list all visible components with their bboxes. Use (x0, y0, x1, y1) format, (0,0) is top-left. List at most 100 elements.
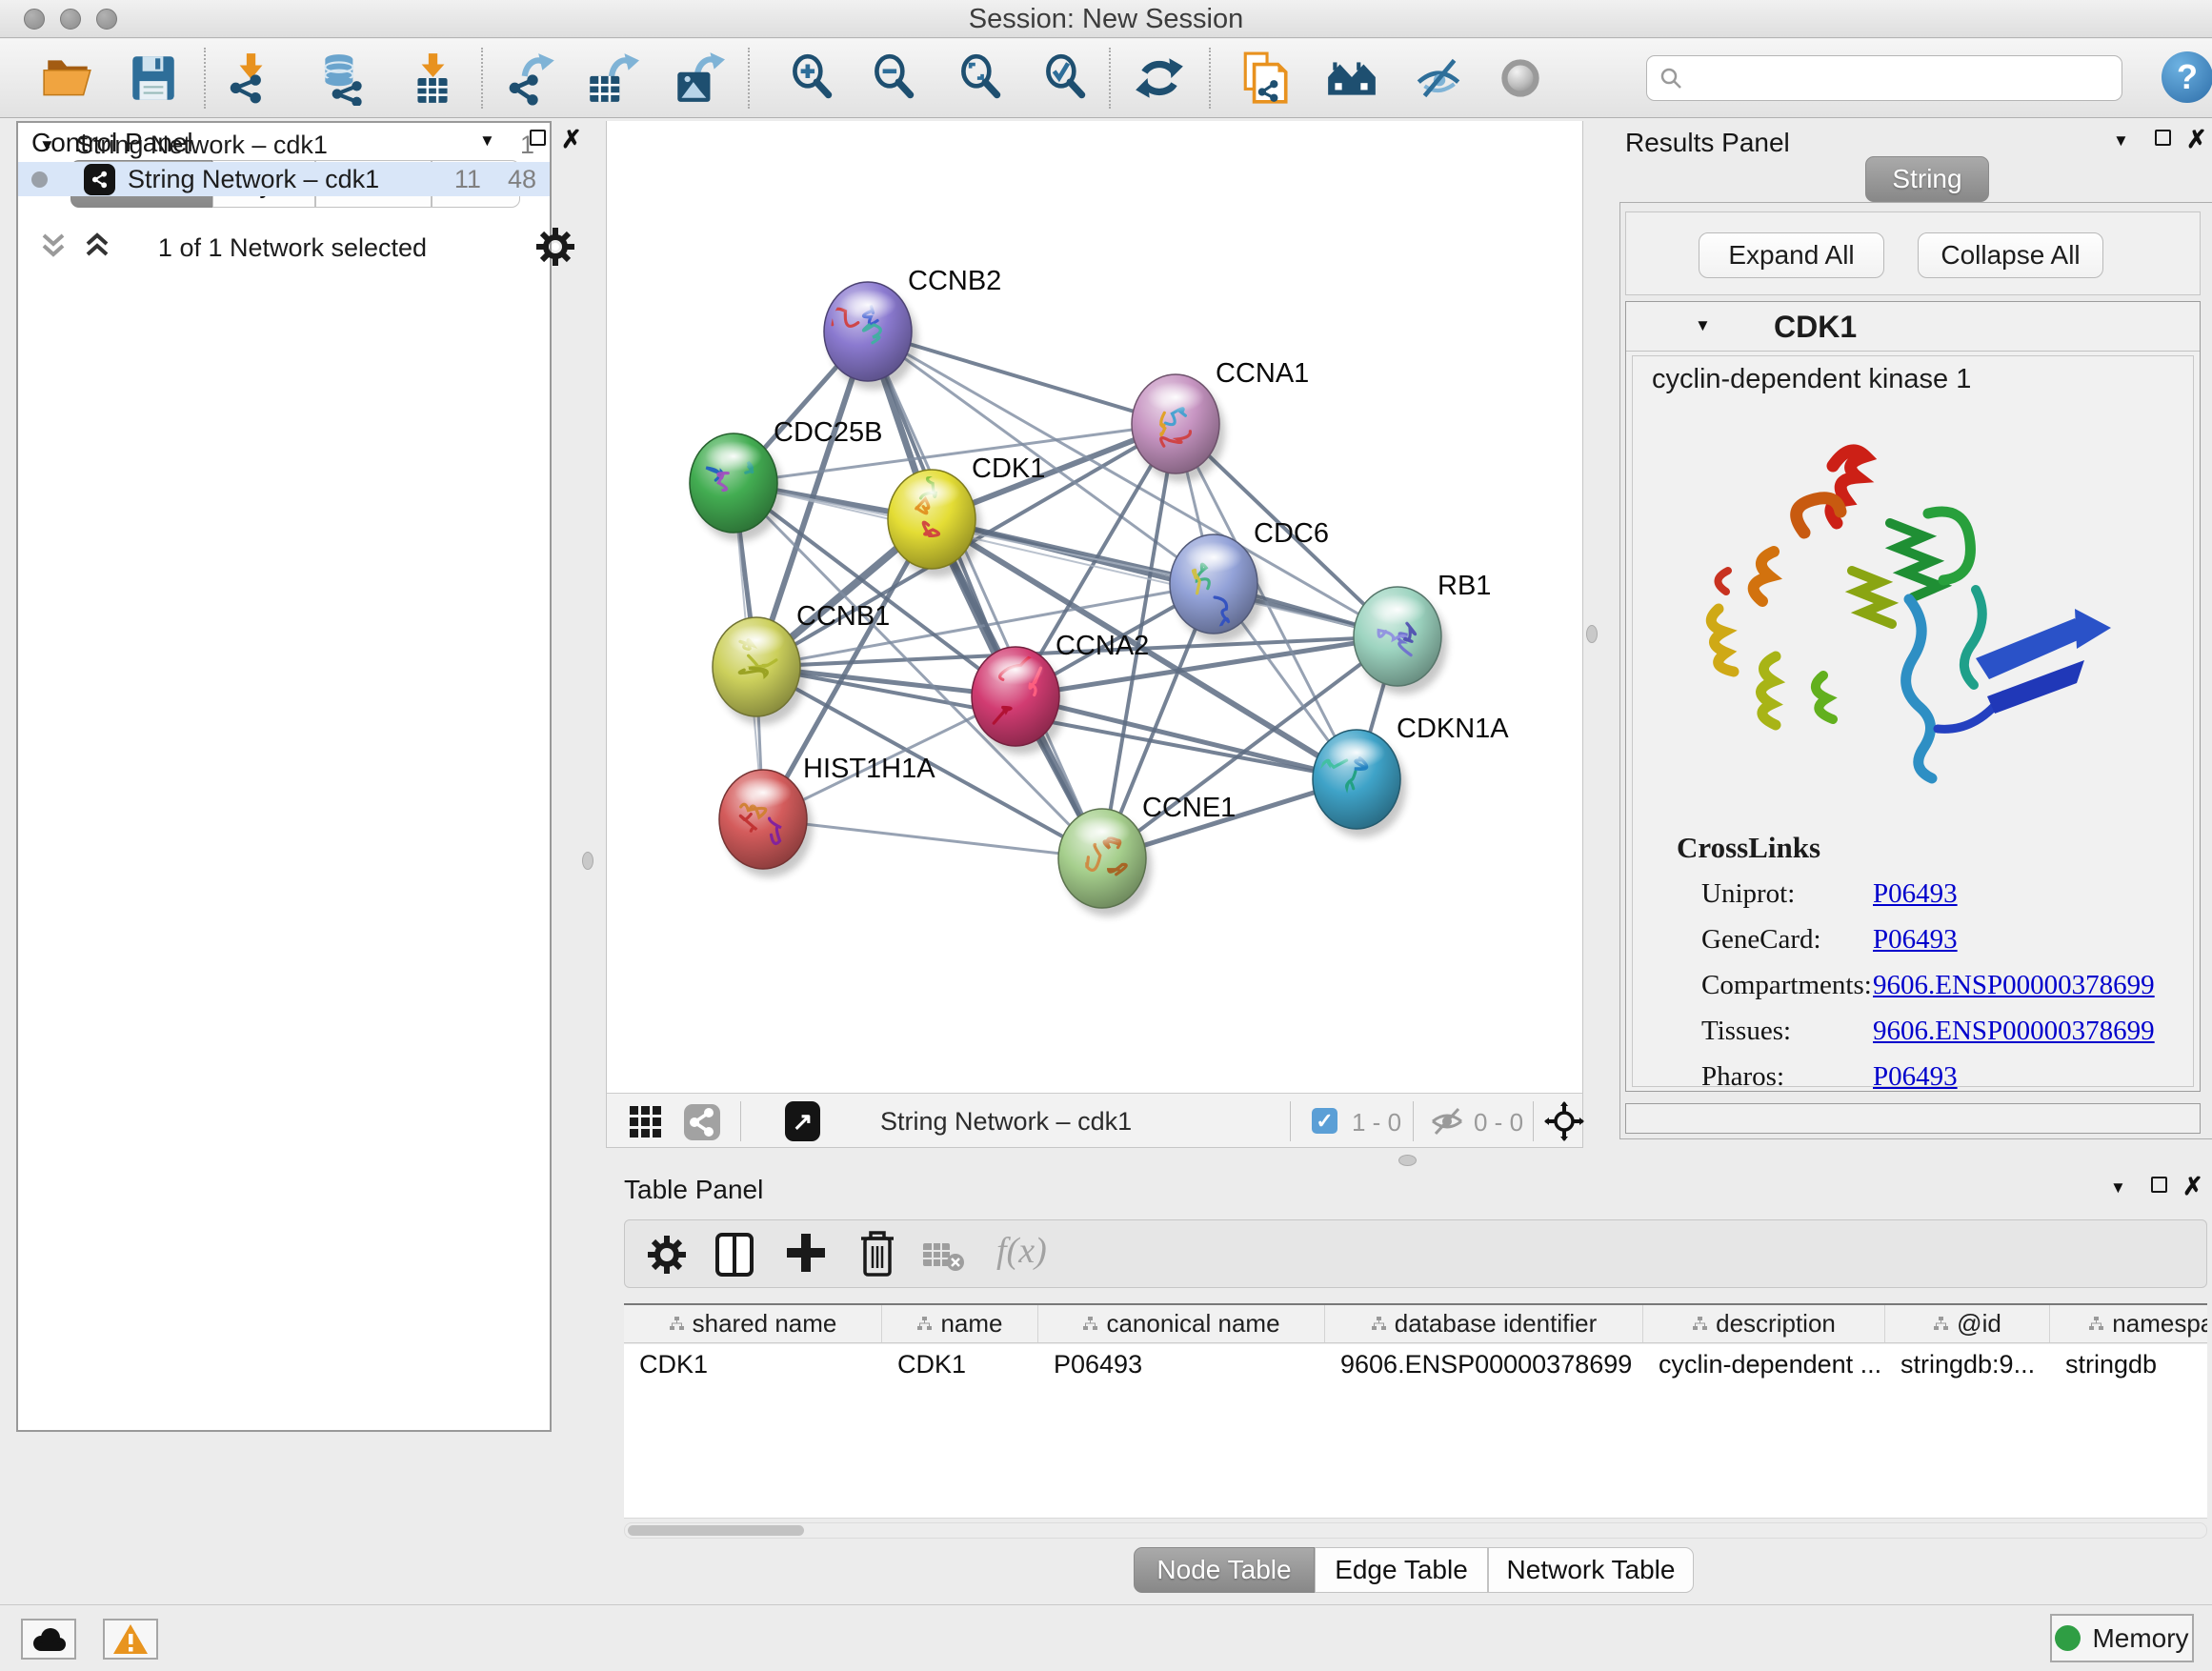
column-header-canonical-name[interactable]: canonical name (1038, 1305, 1325, 1342)
column-header-description[interactable]: description (1643, 1305, 1885, 1342)
eye-slash-icon (1411, 50, 1466, 106)
export-table-button[interactable] (583, 50, 640, 107)
title-bar: Session: New Session (0, 0, 2212, 38)
table-panel-close-icon[interactable]: ✗ (2182, 1174, 2203, 1198)
network-status-dot (31, 171, 48, 188)
zoom-selected-button[interactable] (1036, 50, 1094, 107)
cloud-button[interactable] (21, 1619, 76, 1660)
crosslink-compartments-link[interactable]: 9606.ENSP00000378699 (1873, 970, 2155, 1001)
table-panel-float-icon[interactable] (2151, 1177, 2167, 1193)
network-canvas[interactable]: CCNB2CCNA1CDC25BCDK1CDC6RB1CCNB1CCNA2CDK… (607, 121, 1584, 1093)
crosslink-pharos-link[interactable]: P06493 (1873, 1061, 1958, 1093)
tab-string[interactable]: String (1865, 156, 1989, 202)
import-network-database-button[interactable] (314, 50, 372, 107)
column-header-database-identifier[interactable]: database identifier (1325, 1305, 1643, 1342)
crosslink-tissues-link[interactable]: 9606.ENSP00000378699 (1873, 1016, 2155, 1047)
selected-counts: 1 - 0 (1352, 1108, 1401, 1137)
expand-all-button[interactable]: Expand All (1699, 232, 1884, 278)
expand-all-icon[interactable] (81, 232, 113, 262)
column-header-shared-name[interactable]: shared name (624, 1305, 882, 1342)
result-entry-header[interactable]: ▼ CDK1 (1626, 302, 2200, 352)
import-table-button[interactable] (404, 50, 461, 107)
export-network-button[interactable] (504, 50, 561, 107)
hide-panel-button[interactable] (1410, 50, 1467, 107)
network-label: String Network – cdk1 (128, 165, 379, 194)
import-network-file-button[interactable] (222, 50, 279, 107)
results-panel-float-icon[interactable] (2155, 130, 2171, 146)
fit-content-icon[interactable] (1544, 1101, 1584, 1141)
export-image-button[interactable] (669, 50, 726, 107)
network-collection-row[interactable]: ▼ String Network – cdk1 1 (18, 128, 550, 162)
entry-collapse-icon[interactable]: ▼ (1695, 317, 1711, 333)
database-icon (315, 50, 371, 106)
home-networks-button[interactable] (1323, 50, 1380, 107)
table-header-row: shared name name canonical name database… (624, 1303, 2207, 1343)
show-columns-icon[interactable] (714, 1232, 754, 1278)
add-column-icon[interactable] (785, 1232, 827, 1274)
cell-canonical-name[interactable]: P06493 (1038, 1344, 1325, 1384)
network-edge-count: 48 (508, 165, 536, 194)
right-splitter-handle[interactable] (1586, 625, 1598, 643)
cell-shared-name[interactable]: CDK1 (624, 1344, 882, 1384)
delete-column-icon[interactable] (857, 1230, 897, 1278)
bottom-splitter-handle[interactable] (1398, 1155, 1417, 1166)
table-horizontal-scrollbar[interactable] (624, 1522, 2207, 1539)
crosslink-label: Pharos: (1701, 1061, 1784, 1093)
zoom-out-button[interactable] (865, 50, 922, 107)
network-list: ▼ String Network – cdk1 1 String Network… (16, 121, 552, 1432)
node-label-CDKN1A: CDKN1A (1397, 714, 1509, 744)
zoom-in-button[interactable] (783, 50, 840, 107)
network-view-mode-icon[interactable] (683, 1103, 721, 1141)
column-header-name[interactable]: name (882, 1305, 1038, 1342)
refresh-button[interactable] (1131, 50, 1188, 107)
cell-namespace[interactable]: stringdb (2050, 1344, 2207, 1384)
zoom-out-icon (866, 50, 921, 106)
tab-network-table[interactable]: Network Table (1488, 1547, 1694, 1593)
help-button[interactable]: ? (2162, 51, 2212, 103)
table-row[interactable]: CDK1 CDK1 P06493 9606.ENSP00000378699 cy… (624, 1344, 2207, 1384)
table-gear-icon[interactable] (646, 1234, 688, 1276)
collapse-all-button[interactable]: Collapse All (1918, 232, 2103, 278)
window-title: Session: New Session (0, 0, 2212, 38)
crosslink-uniprot-link[interactable]: P06493 (1873, 878, 1958, 910)
tab-edge-table[interactable]: Edge Table (1315, 1547, 1488, 1593)
grid-view-icon[interactable] (628, 1104, 664, 1140)
render-mode-button[interactable] (1492, 50, 1549, 107)
left-splitter-handle[interactable] (582, 852, 593, 870)
network-edge[interactable] (763, 819, 1102, 858)
search-input[interactable] (1683, 64, 2102, 93)
memory-button[interactable]: Memory (2050, 1614, 2194, 1662)
control-panel-close-icon[interactable]: ✗ (561, 127, 582, 151)
gear-icon[interactable] (534, 226, 576, 268)
tab-node-table[interactable]: Node Table (1134, 1547, 1315, 1593)
node-label-CCNB1: CCNB1 (796, 601, 890, 632)
save-session-button[interactable] (125, 50, 182, 107)
network-row[interactable]: String Network – cdk1 11 48 (18, 162, 550, 196)
cell-name[interactable]: CDK1 (882, 1344, 1038, 1384)
open-session-button[interactable] (39, 50, 96, 107)
scrollbar-thumb[interactable] (628, 1525, 804, 1536)
column-header-id[interactable]: @id (1885, 1305, 2050, 1342)
table-toolbar: f(x) (624, 1219, 2207, 1288)
toolbar-separator (1290, 1101, 1291, 1141)
warning-button[interactable] (103, 1619, 158, 1660)
birds-eye-view-icon[interactable]: ↗ (785, 1101, 820, 1141)
selected-checkbox-icon[interactable]: ✓ (1312, 1108, 1337, 1134)
cell-id[interactable]: stringdb:9... (1885, 1344, 2050, 1384)
results-panel-collapse-icon[interactable]: ▼ (2113, 132, 2129, 149)
search-field[interactable] (1646, 55, 2122, 101)
collection-expand-icon[interactable]: ▼ (39, 137, 55, 153)
collapse-all-icon[interactable] (37, 232, 70, 262)
zoom-fit-button[interactable] (952, 50, 1009, 107)
column-header-namespace[interactable]: namespace (2050, 1305, 2207, 1342)
cell-description[interactable]: cyclin-dependent ... (1643, 1344, 1885, 1384)
results-panel-close-icon[interactable]: ✗ (2186, 127, 2207, 151)
hidden-counts: 0 - 0 (1474, 1108, 1523, 1137)
cell-database-identifier[interactable]: 9606.ENSP00000378699 (1325, 1344, 1643, 1384)
string-import-button[interactable] (1237, 50, 1295, 107)
table-panel-collapse-icon[interactable]: ▼ (2110, 1179, 2126, 1196)
crosslink-genecard-link[interactable]: P06493 (1873, 924, 1958, 956)
crosslinks-title: CrossLinks (1677, 831, 1820, 865)
memory-label: Memory (2092, 1623, 2188, 1654)
network-view[interactable]: CCNB2CCNA1CDC25BCDK1CDC6RB1CCNB1CCNA2CDK… (606, 121, 1583, 1093)
